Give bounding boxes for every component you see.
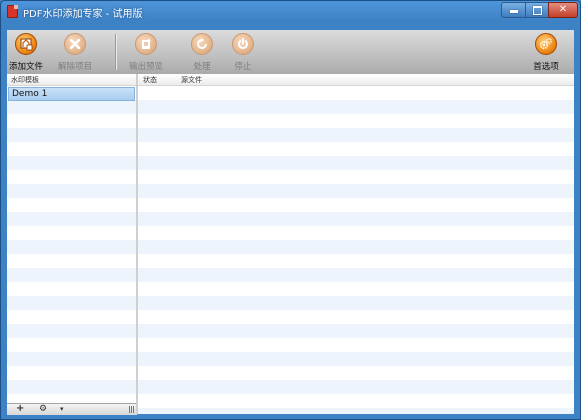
remove-item-button[interactable]: 解除项目 [57,32,93,72]
list-background [7,86,136,403]
process-button[interactable]: 处理 [187,32,217,72]
export-icon [135,33,157,55]
settings-icon[interactable]: ⚙ [39,404,47,414]
list-item-label: Demo 1 [12,89,48,99]
export-preview-button[interactable]: 输出预览 [128,32,164,72]
resize-grip[interactable] [129,406,134,413]
remove-item-label: 解除项目 [57,62,92,72]
minimize-icon [509,10,518,13]
file-list-header: 状态 源文件 [138,74,574,86]
list-background [138,86,574,414]
preferences-label: 首选项 [533,62,559,72]
gears-icon [535,33,557,55]
toolbar-separator [115,34,117,70]
maximize-icon [532,6,542,15]
window-title: PDF水印添加专家 - 试用版 [23,9,143,20]
title-bar[interactable]: PDF水印添加专家 - 试用版 ✕ [1,1,580,23]
stop-label: 停止 [234,62,252,72]
close-button[interactable]: ✕ [548,2,578,18]
add-template-button[interactable]: + [16,403,24,414]
template-header-label: 水印模板 [11,76,39,84]
maximize-button[interactable] [525,2,549,18]
process-label: 处理 [193,62,211,72]
add-file-button[interactable]: 添加文件 [7,32,45,72]
list-item[interactable]: Demo 1 [8,87,135,101]
app-window: PDF水印添加专家 - 试用版 ✕ 添加文件 解除项目 输出预览 处理 停止 首… [0,0,581,420]
template-list-header: 水印模板 [7,74,136,86]
minimize-button[interactable] [501,2,526,18]
template-list-footer: + ⚙ ▾ [7,403,138,415]
column-status[interactable]: 状态 [143,75,157,85]
file-list[interactable]: 状态 源文件 [138,74,574,414]
remove-x-icon [64,33,86,55]
close-icon: ✕ [558,4,568,15]
column-source-file[interactable]: 源文件 [181,75,202,85]
toolbar: 添加文件 解除项目 输出预览 处理 停止 首选项 [7,30,574,75]
export-preview-label: 输出预览 [128,62,163,72]
preferences-button[interactable]: 首选项 [527,32,565,72]
pdf-app-icon [7,5,18,18]
refresh-icon [191,33,213,55]
add-file-label: 添加文件 [8,62,43,72]
stop-button[interactable]: 停止 [228,32,258,72]
power-icon [232,33,254,55]
add-file-icon [15,33,37,55]
template-list[interactable]: 水印模板 Demo 1 [7,74,137,403]
chevron-down-icon[interactable]: ▾ [60,405,64,413]
